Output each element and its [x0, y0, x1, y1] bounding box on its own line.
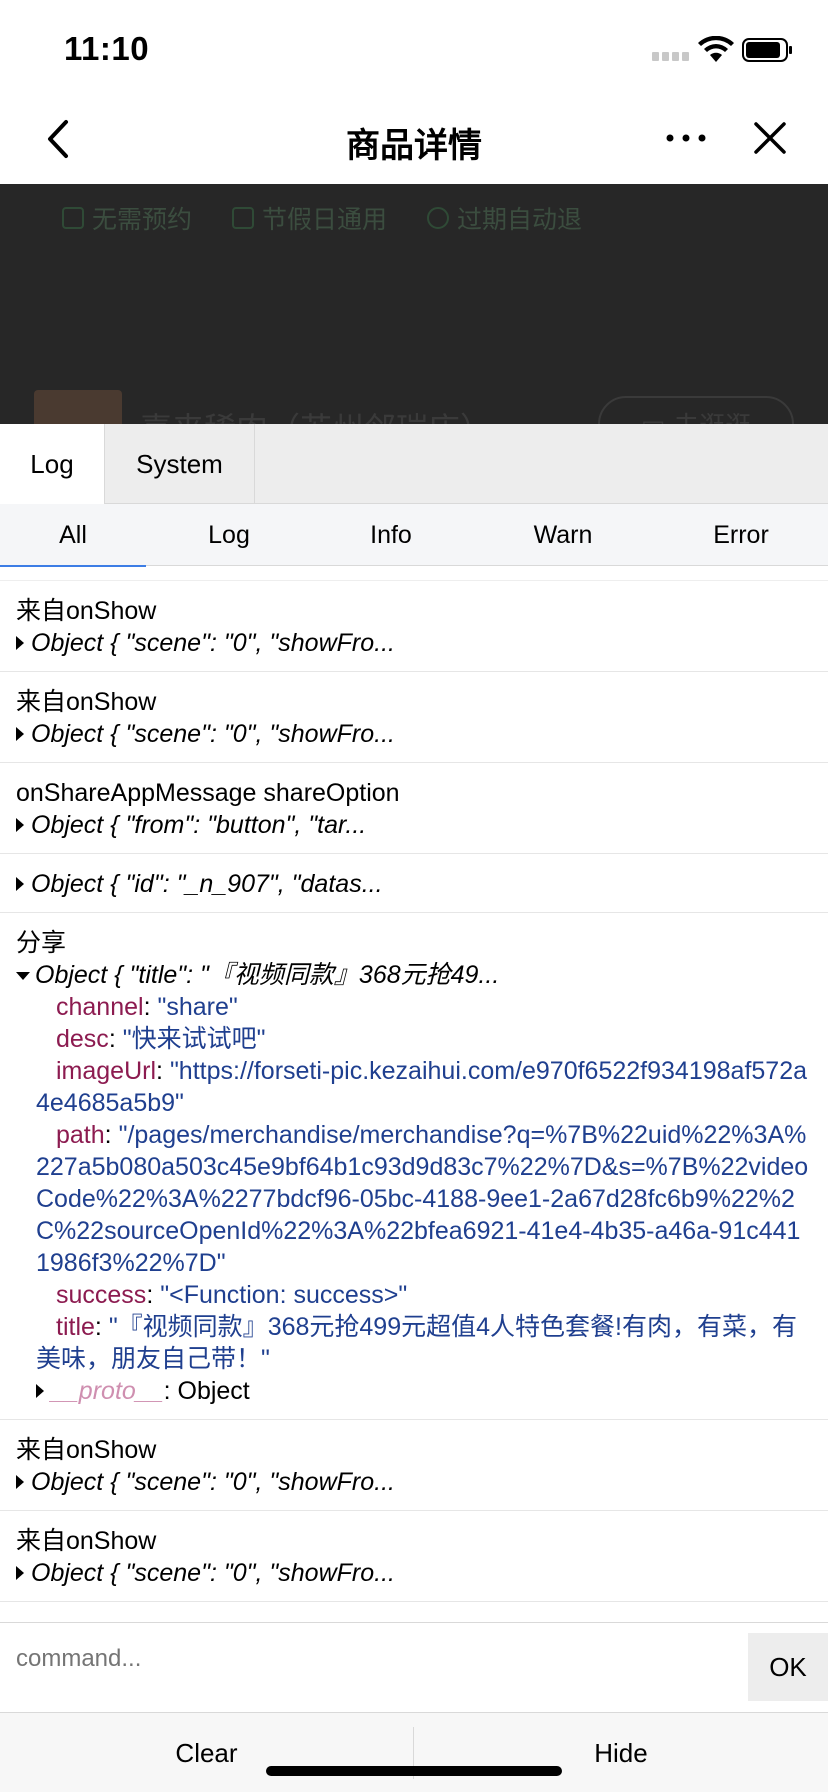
tag-no-reservation: 无需预约: [62, 200, 192, 236]
log-list: 来自onShow Object { "scene": "0", "showFro…: [0, 580, 828, 1622]
more-icon[interactable]: [664, 118, 708, 158]
log-object-collapsed[interactable]: Object { "id": "_n_907", "datas...: [16, 868, 812, 900]
battery-icon: [742, 38, 792, 62]
expand-caret-icon[interactable]: [16, 818, 24, 832]
check-icon: [427, 207, 450, 229]
property-key: title: [56, 1313, 95, 1341]
expand-caret-icon[interactable]: [16, 1566, 24, 1580]
store-row: 喜来稀肉（苏州邻瑞店） ▭ 去逛逛: [34, 390, 824, 424]
log-message: 来自onShow: [16, 688, 157, 716]
log-object-expanded[interactable]: Object { "title": "『视频同款』368元抢49...: [16, 959, 812, 991]
tag-label: 无需预约: [92, 206, 193, 234]
log-object-collapsed[interactable]: Object { "scene": "0", "showFro...: [16, 1466, 812, 1498]
log-entry: onShareAppMessage shareOption Object { "…: [0, 763, 828, 854]
page-background-overlay: 无需预约 节假日通用 过期自动退 喜来稀肉（苏州邻瑞店） ▭ 去逛逛: [0, 184, 828, 424]
hide-button[interactable]: Hide: [414, 1713, 828, 1792]
property-value: "<Function: success>": [160, 1281, 408, 1309]
log-object-collapsed[interactable]: Object { "scene": "0", "showFro...: [16, 718, 812, 750]
filter-info[interactable]: Info: [318, 504, 464, 566]
object-property: success: "<Function: success>": [56, 1281, 408, 1309]
log-entry: 来自onShow Object { "scene": "0", "showFro…: [0, 672, 828, 763]
object-preview: Object { "scene": "0", "showFro...: [31, 1559, 395, 1587]
object-property: desc: "快来试试吧": [56, 1025, 266, 1053]
property-key: path: [56, 1121, 105, 1149]
visit-store-label: 去逛逛: [673, 406, 751, 425]
store-thumbnail: [34, 390, 122, 424]
object-property: channel: "share": [56, 993, 238, 1021]
object-property: path: "/pages/merchandise/merchandise?q=…: [36, 1121, 809, 1277]
expand-caret-icon[interactable]: [36, 1384, 44, 1398]
proto-key: __proto__: [51, 1377, 164, 1405]
close-icon[interactable]: [752, 118, 788, 158]
expand-caret-icon[interactable]: [16, 1475, 24, 1489]
cellular-signal-icon: [652, 52, 690, 61]
object-property: title: "『视频同款』368元抢499元超值4人特色套餐!有肉，有菜，有美…: [36, 1313, 797, 1373]
filter-warn[interactable]: Warn: [490, 504, 636, 566]
status-bar: 11:10: [0, 0, 828, 94]
log-entry: Object { "id": "_n_907", "datas...: [0, 854, 828, 913]
object-preview: Object { "scene": "0", "showFro...: [31, 1468, 395, 1496]
clear-button[interactable]: Clear: [0, 1713, 413, 1792]
log-object-collapsed[interactable]: Object { "scene": "0", "showFro...: [16, 1557, 812, 1589]
clock-icon: [62, 207, 84, 229]
expand-caret-icon[interactable]: [16, 727, 24, 741]
tag-holiday: 节假日通用: [232, 200, 387, 236]
property-value: "快来试试吧": [122, 1025, 266, 1053]
tab-log[interactable]: Log: [0, 424, 105, 504]
log-object-collapsed[interactable]: Object { "from": "button", "tar...: [16, 809, 812, 841]
log-message: 来自onShow: [16, 1436, 157, 1464]
tab-system[interactable]: System: [105, 424, 255, 504]
log-message: 来自onShow: [16, 597, 157, 625]
collapse-caret-icon[interactable]: [16, 972, 30, 980]
property-key: imageUrl: [56, 1057, 157, 1085]
expand-caret-icon[interactable]: [16, 636, 24, 650]
filter-all[interactable]: All: [0, 504, 146, 567]
log-entry: 来自onShow Object { "scene": "0", "showFro…: [0, 1420, 828, 1511]
object-preview: Object { "id": "_n_907", "datas...: [31, 870, 383, 898]
property-key: channel: [56, 993, 144, 1021]
property-value: "share": [157, 993, 238, 1021]
status-time: 11:10: [64, 30, 150, 67]
console-top-tabs: Log System: [0, 424, 828, 504]
object-preview: Object { "scene": "0", "showFro...: [31, 629, 395, 657]
console-filter-tabs: All Log Info Warn Error: [0, 504, 828, 567]
log-object-collapsed[interactable]: Object { "scene": "0", "showFro...: [16, 627, 812, 659]
console-bottom-bar: Clear Hide: [0, 1712, 828, 1792]
property-value: "/pages/merchandise/merchandise?q=%7B%22…: [36, 1121, 809, 1277]
command-row: OK: [0, 1622, 828, 1710]
tag-refund: 过期自动退: [427, 200, 582, 236]
store-icon: ▭: [640, 408, 666, 425]
log-message: onShareAppMessage shareOption: [16, 779, 400, 807]
wifi-icon: [698, 36, 734, 62]
log-message: 分享: [16, 929, 67, 957]
visit-store-button: ▭ 去逛逛: [598, 396, 794, 424]
log-entry: 来自onShow Object { "scene": "0", "showFro…: [0, 1511, 828, 1602]
home-indicator[interactable]: [266, 1766, 562, 1776]
object-preview: Object { "title": "『视频同款』368元抢49...: [35, 961, 500, 989]
tag-label: 过期自动退: [457, 206, 583, 234]
command-input[interactable]: [16, 1645, 616, 1673]
service-tags: 无需预约 节假日通用 过期自动退: [62, 200, 582, 236]
filter-log[interactable]: Log: [156, 504, 302, 566]
log-entry: 来自onShow Object { "scene": "0", "showFro…: [0, 581, 828, 672]
property-key: success: [56, 1281, 147, 1309]
proto-value: : Object: [163, 1377, 250, 1405]
property-key: desc: [56, 1025, 109, 1053]
calendar-icon: [232, 207, 255, 229]
log-message: 来自onShow: [16, 1527, 157, 1555]
expand-caret-icon[interactable]: [16, 877, 24, 891]
proto-property[interactable]: __proto__: Object: [16, 1375, 812, 1407]
object-preview: Object { "scene": "0", "showFro...: [31, 720, 395, 748]
filter-error[interactable]: Error: [668, 504, 814, 566]
nav-bar: 商品详情: [0, 94, 828, 184]
object-preview: Object { "from": "button", "tar...: [31, 811, 367, 839]
debug-console: Log System All Log Info Warn Error 来自onS…: [0, 424, 828, 1792]
object-property: imageUrl: "https://forseti-pic.kezaihui.…: [36, 1057, 808, 1117]
property-value: "『视频同款』368元抢499元超值4人特色套餐!有肉，有菜，有美味，朋友自己带…: [36, 1313, 797, 1373]
log-entry-expanded: 分享 Object { "title": "『视频同款』368元抢49... c…: [0, 913, 828, 1420]
tag-label: 节假日通用: [262, 206, 388, 234]
ok-button[interactable]: OK: [748, 1633, 828, 1701]
store-name: 喜来稀肉（苏州邻瑞店）: [140, 404, 492, 424]
